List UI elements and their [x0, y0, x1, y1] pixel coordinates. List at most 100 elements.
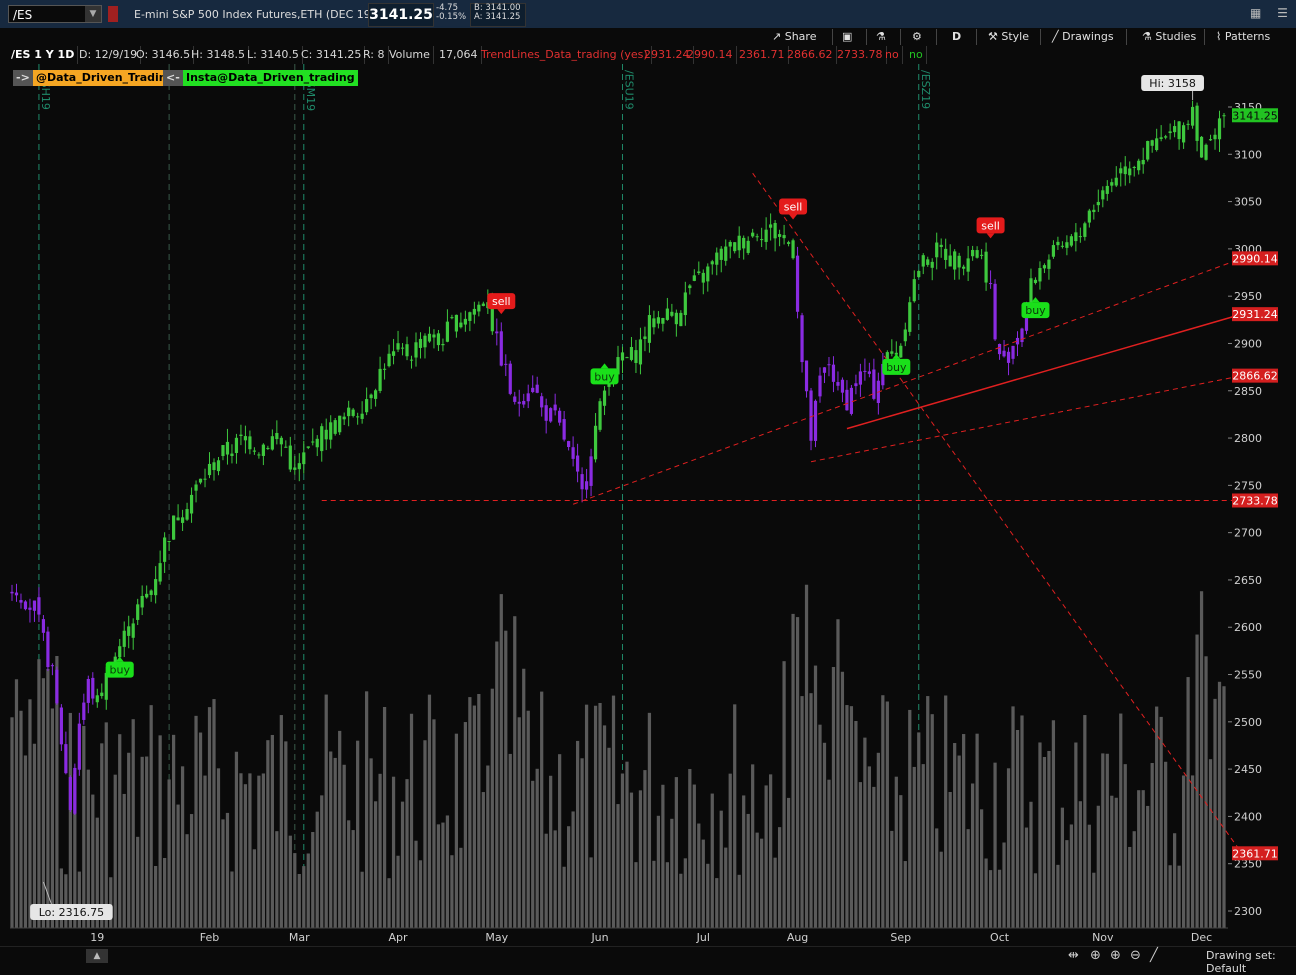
- volume-bar: [239, 773, 243, 928]
- volume-bar: [450, 855, 454, 928]
- volume-bar: [867, 766, 871, 928]
- grid-icon[interactable]: ▦: [1250, 6, 1261, 20]
- volume-bar: [602, 725, 607, 928]
- snapshot-icon[interactable]: ▣: [842, 29, 852, 45]
- gear-icon[interactable]: ⚙: [912, 29, 922, 45]
- volume-bar: [567, 826, 571, 928]
- bar-open: O: 3146.5: [133, 46, 195, 64]
- candle-body: [782, 235, 786, 239]
- candle-body: [432, 334, 436, 338]
- tag-data-driven-trading[interactable]: @Data_Driven_Trading: [33, 70, 178, 86]
- flask-icon[interactable]: ⚗: [876, 29, 886, 45]
- candle-body: [661, 318, 665, 324]
- candle-body: [86, 678, 90, 703]
- volume-bar: [571, 811, 575, 928]
- volume-bar: [737, 874, 741, 928]
- share-button[interactable]: ↗ Share: [772, 29, 816, 45]
- window-buttons[interactable]: ▦ ☰: [1250, 6, 1288, 20]
- volume-bar: [809, 693, 813, 928]
- candle-body: [1190, 106, 1195, 126]
- crosshair-icon[interactable]: ⊕: [1090, 948, 1101, 963]
- y-tick-label: 2300: [1234, 905, 1262, 918]
- candle-body: [544, 405, 548, 421]
- candle-body: [342, 416, 346, 420]
- style-button[interactable]: ⚒ Style: [988, 29, 1029, 45]
- candle-body: [131, 623, 135, 638]
- y-tick-label: 2450: [1234, 763, 1262, 776]
- volume-bar: [140, 756, 144, 928]
- candle-body: [441, 343, 445, 346]
- volume-bar: [926, 696, 930, 928]
- candle-body: [742, 237, 746, 249]
- menu-icon[interactable]: ☰: [1277, 6, 1288, 20]
- volume-bar: [1217, 681, 1222, 928]
- zoom-out-icon[interactable]: ⊖: [1130, 948, 1141, 963]
- pan-icon[interactable]: ⇹: [1068, 948, 1079, 963]
- candle-body: [571, 447, 575, 459]
- candle-body: [737, 235, 741, 251]
- candle-body: [1002, 350, 1006, 357]
- high-label: Hi: 3158: [1149, 77, 1196, 90]
- candle-body: [230, 453, 234, 456]
- symbol-timeframe[interactable]: /ES 1 Y 1D: [8, 46, 79, 64]
- zoom-in-icon[interactable]: ⊕: [1110, 948, 1121, 963]
- candle-body: [194, 484, 198, 491]
- flag-icon[interactable]: [108, 6, 118, 22]
- volume-bar: [885, 701, 889, 928]
- candle-body: [809, 390, 813, 441]
- candle-body: [468, 312, 472, 321]
- symbol-input[interactable]: /ES ▼: [8, 5, 102, 23]
- price-chart[interactable]: /ESH19/ESM19/ESU19/ESZ19 buysellbuysellb…: [0, 46, 1296, 946]
- price-change: -4.75 -0.15%: [436, 4, 466, 22]
- patterns-button[interactable]: ⌇ Patterns: [1216, 29, 1270, 45]
- candle-body: [261, 444, 265, 456]
- volume-bar: [100, 743, 104, 928]
- candle-body: [207, 463, 212, 476]
- chevron-down-icon[interactable]: ▼: [85, 6, 101, 22]
- candle-body: [980, 254, 984, 256]
- candle-body: [773, 223, 777, 239]
- candle-body: [351, 409, 355, 416]
- volume-bar: [270, 734, 274, 928]
- volume-bar: [234, 751, 239, 928]
- y-tick-label: 2650: [1234, 574, 1262, 587]
- candle-body: [971, 249, 975, 257]
- volume-bar: [1060, 807, 1065, 928]
- signal-label: sell: [784, 201, 803, 214]
- candle-body: [948, 255, 952, 267]
- drawings-button[interactable]: ╱ Drawings: [1052, 29, 1114, 45]
- volume-bar: [1020, 715, 1024, 928]
- volume-bar: [1141, 790, 1145, 928]
- study-value-4: 2866.62: [784, 46, 837, 64]
- drawing-set-label[interactable]: Drawing set: Default: [1206, 949, 1296, 975]
- candle-body: [593, 425, 598, 460]
- volume-bar: [414, 840, 418, 928]
- tag-arrow-left[interactable]: ->: [13, 70, 33, 86]
- volume-bar: [297, 873, 301, 928]
- volume-bar: [562, 866, 566, 928]
- tag-insta-data-driven[interactable]: Insta@Data_Driven_trading: [183, 70, 358, 86]
- volume-bar: [1114, 797, 1118, 928]
- volume-bar: [836, 619, 840, 928]
- candle-body: [755, 236, 759, 238]
- candle-body: [760, 239, 764, 241]
- studies-button[interactable]: ⚗ Studies: [1142, 29, 1196, 45]
- candle-body: [1182, 125, 1186, 143]
- period-button[interactable]: D: [952, 29, 961, 45]
- candle-body: [118, 646, 122, 658]
- y-tick-label: 2850: [1234, 385, 1262, 398]
- candle-body: [176, 517, 180, 521]
- candle-body: [122, 630, 126, 647]
- volume-bar: [127, 752, 131, 928]
- study-name[interactable]: TrendLines_Data_trading (yes): [478, 46, 652, 64]
- info-bar: /ES 1 Y 1D D: 12/9/19 O: 3146.5 H: 3148.…: [8, 46, 1234, 64]
- volume-bar: [881, 695, 885, 928]
- candle-body: [46, 631, 50, 668]
- volume-bar: [279, 715, 283, 928]
- draw-line-icon[interactable]: ╱: [1150, 948, 1158, 963]
- volume-bar: [445, 815, 450, 928]
- candle-body: [82, 702, 86, 720]
- tag-arrow-right[interactable]: <-: [163, 70, 183, 86]
- collapse-icon[interactable]: ▲: [86, 949, 108, 963]
- current-price-label: 3141.25: [1232, 109, 1278, 122]
